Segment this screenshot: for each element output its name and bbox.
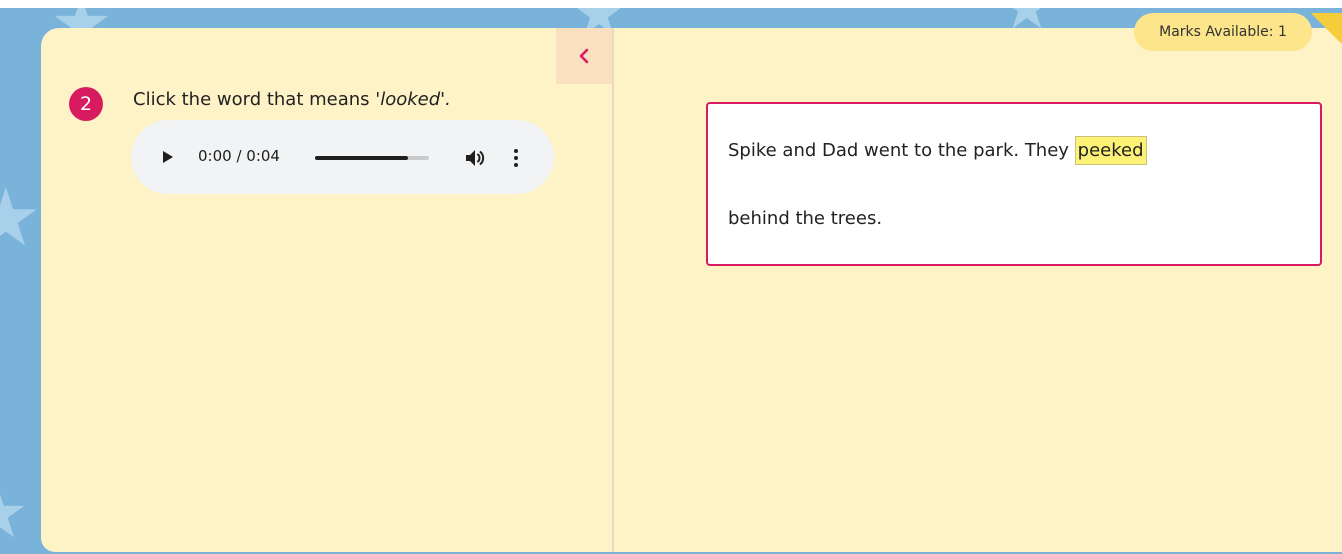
panel-divider	[612, 28, 614, 552]
corner-flag-decoration	[1309, 13, 1342, 43]
star-decoration-icon: ★	[0, 478, 29, 548]
collapse-panel-button[interactable]	[556, 28, 612, 84]
question-target-word: 'looked'.	[375, 89, 451, 110]
audio-player: 0:00 / 0:04	[131, 120, 554, 194]
audio-progress-slider[interactable]	[315, 156, 429, 160]
audio-progress-fill	[315, 156, 409, 160]
passage-line-1: Spike and Dad went to the park. They pee…	[728, 136, 1147, 165]
audio-time: 0:00 / 0:04	[198, 147, 280, 165]
passage-box: Spike and Dad went to the park. They pee…	[706, 102, 1322, 266]
volume-icon[interactable]	[464, 148, 486, 168]
chevron-left-icon	[579, 48, 589, 64]
passage-line-2: behind the trees.	[728, 208, 883, 229]
question-prompt: Click the word that means 'looked'.	[133, 89, 451, 110]
play-icon[interactable]	[162, 150, 174, 164]
more-vertical-icon[interactable]	[513, 148, 519, 168]
question-number-badge: 2	[69, 87, 103, 121]
selectable-word-peeked[interactable]: peeked	[1074, 136, 1147, 165]
question-prompt-text: Click the word that means	[133, 89, 376, 110]
star-decoration-icon: ★	[0, 171, 42, 264]
passage-text: Spike and Dad went to the park. They	[728, 140, 1075, 161]
marks-available-badge: Marks Available: 1	[1134, 13, 1312, 51]
